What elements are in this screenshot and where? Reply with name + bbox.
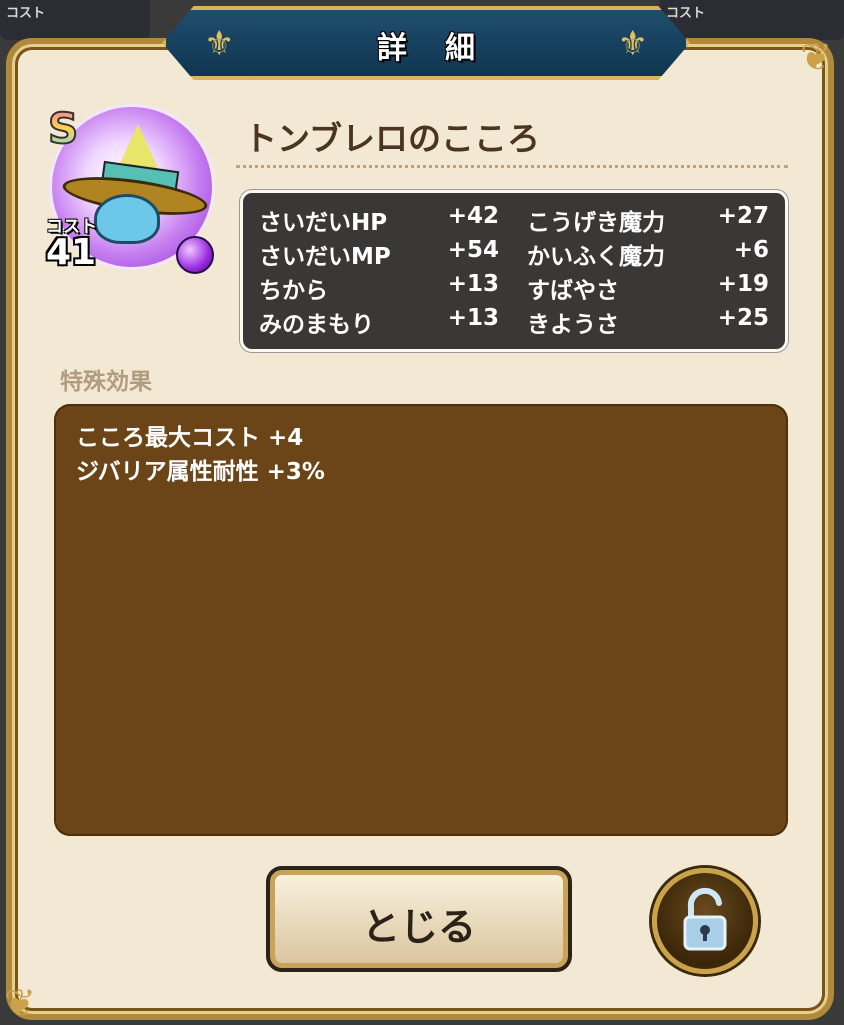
background-card-left: コスト bbox=[0, 0, 150, 40]
stat-label: さいだいHP bbox=[259, 210, 388, 236]
unlock-icon bbox=[683, 887, 727, 951]
stat-value: +6 bbox=[733, 237, 769, 263]
dotted-divider bbox=[236, 165, 788, 168]
stat-value: +13 bbox=[447, 271, 499, 297]
special-effects-box[interactable]: こころ最大コスト +4 ジバリア属性耐性 +3% bbox=[54, 404, 788, 836]
stat-label: こうげき魔力 bbox=[527, 210, 665, 236]
monster-body bbox=[94, 194, 160, 244]
stat-value: +27 bbox=[717, 203, 769, 229]
purple-gem-icon bbox=[176, 236, 214, 274]
rank-badge: S bbox=[47, 103, 79, 154]
stat-value: +42 bbox=[447, 203, 499, 229]
title-banner: 詳細 ⚜ ⚜ bbox=[162, 6, 690, 80]
monster-name: トンブレロのこころ bbox=[244, 119, 541, 158]
stat-label: ちから bbox=[259, 278, 328, 304]
background-card-right: コスト bbox=[660, 0, 844, 40]
stats-table: さいだいHP +42 こうげき魔力 +27 さいだいMP +54 かいふく魔力 … bbox=[240, 190, 788, 352]
effect-item: こころ最大コスト +4 bbox=[76, 425, 304, 451]
close-button[interactable]: とじる bbox=[266, 866, 572, 972]
stat-label: かいふく魔力 bbox=[527, 244, 665, 270]
corner-ornament-icon: ❦ bbox=[800, 35, 832, 79]
dialog-title: 詳細 bbox=[377, 31, 513, 66]
fleur-de-lis-icon: ⚜ bbox=[204, 24, 235, 64]
effect-item: ジバリア属性耐性 +3% bbox=[76, 459, 325, 485]
corner-ornament-icon: ❦ bbox=[4, 981, 36, 1025]
background-cost-label: コスト bbox=[6, 6, 46, 21]
stat-label: すばやさ bbox=[527, 278, 619, 304]
close-button-label: とじる bbox=[361, 905, 476, 949]
stat-label: みのまもり bbox=[259, 312, 374, 338]
special-effects-heading: 特殊効果 bbox=[60, 369, 152, 395]
stat-value: +19 bbox=[717, 271, 769, 297]
stat-value: +13 bbox=[447, 305, 499, 331]
background-cost-label-right: コスト bbox=[666, 6, 706, 21]
stat-value: +54 bbox=[447, 237, 499, 263]
fleur-de-lis-icon: ⚜ bbox=[617, 24, 648, 64]
cost-value: 41 bbox=[46, 232, 97, 273]
stat-label: さいだいMP bbox=[259, 244, 391, 270]
lock-toggle-button[interactable] bbox=[652, 868, 758, 974]
stat-label: きようさ bbox=[527, 312, 619, 338]
stat-value: +25 bbox=[717, 305, 769, 331]
